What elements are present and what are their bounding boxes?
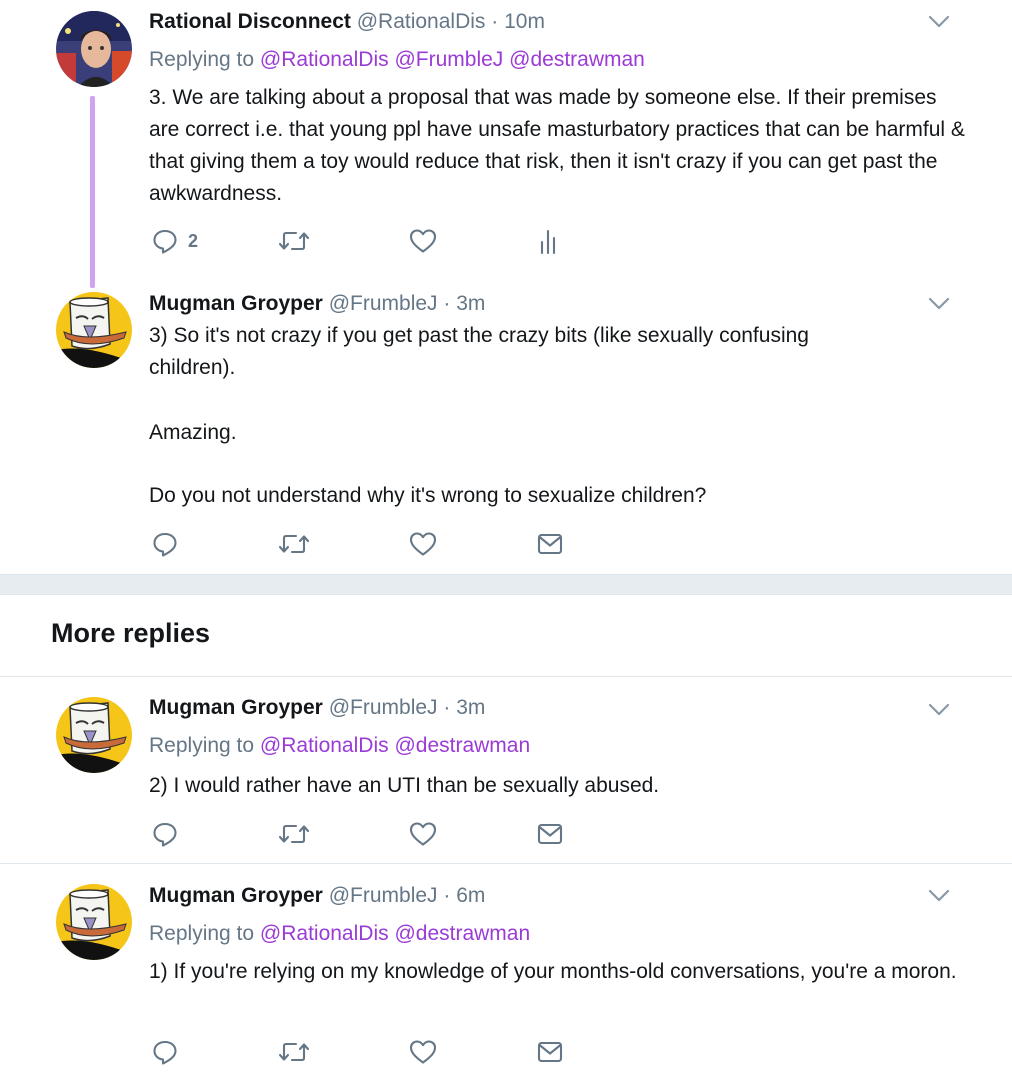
timestamp[interactable]: 3m <box>456 292 485 315</box>
analytics-icon <box>540 229 556 255</box>
timestamp[interactable]: 3m <box>456 696 485 719</box>
tweet-paragraph: Do you not understand why it's wrong to … <box>149 484 707 507</box>
separator-dot: · <box>491 10 499 33</box>
section-separator <box>0 574 1012 595</box>
direct-message-icon <box>537 1041 563 1063</box>
separator-dot: · <box>443 292 451 315</box>
analytics-button[interactable] <box>538 227 558 255</box>
tweet-actions <box>152 530 572 560</box>
mention-link[interactable]: @FrumbleJ <box>394 48 503 71</box>
replying-to-label: Replying to <box>149 734 255 757</box>
chevron-down-icon[interactable] <box>928 889 950 903</box>
tweet-paragraph: 1) If you're relying on my knowledge of … <box>149 960 957 983</box>
tweet-paragraph: 3) So it's not crazy if you get past the… <box>149 324 809 379</box>
like-button[interactable] <box>409 1038 437 1066</box>
timestamp[interactable]: 10m <box>504 10 545 33</box>
like-button[interactable] <box>409 227 437 255</box>
more-replies-heading: More replies <box>51 618 211 648</box>
reply-icon <box>153 1040 177 1065</box>
like-icon <box>409 532 437 556</box>
reply-count: 2 <box>188 230 199 251</box>
tweet-header: Mugman Groyper @FrumbleJ · 3m <box>149 695 485 721</box>
timestamp[interactable]: 6m <box>456 884 485 907</box>
separator-dot: · <box>443 884 451 907</box>
handle[interactable]: @FrumbleJ <box>329 696 438 719</box>
like-button[interactable] <box>409 530 437 558</box>
replying-to: Replying to @RationalDis @FrumbleJ @dest… <box>149 47 645 73</box>
direct-message-button[interactable] <box>537 530 563 558</box>
direct-message-icon <box>537 823 563 845</box>
reply-button[interactable]: 2 <box>152 227 198 255</box>
handle[interactable]: @FrumbleJ <box>329 884 438 907</box>
avatar[interactable] <box>56 884 132 960</box>
reply-icon <box>153 532 177 557</box>
mention-link[interactable]: @destrawman <box>509 48 645 71</box>
display-name[interactable]: Rational Disconnect <box>149 10 351 33</box>
divider <box>0 676 1012 677</box>
chevron-down-icon[interactable] <box>928 297 950 311</box>
tweet-text: 3) So it's not crazy if you get past the… <box>149 320 889 512</box>
direct-message-icon <box>537 533 563 555</box>
display-name[interactable]: Mugman Groyper <box>149 292 323 315</box>
reply-button[interactable] <box>152 1038 178 1066</box>
tweet-text: 2) I would rather have an UTI than be se… <box>149 770 969 802</box>
handle[interactable]: @RationalDis <box>357 10 486 33</box>
retweet-button[interactable] <box>278 227 310 255</box>
tweet-header: Mugman Groyper @FrumbleJ · 6m <box>149 883 485 909</box>
like-icon <box>409 1040 437 1064</box>
retweet-icon <box>278 1042 310 1062</box>
tweet-paragraph: 2) I would rather have an UTI than be se… <box>149 774 660 797</box>
tweet-header: Mugman Groyper @FrumbleJ · 3m <box>149 291 485 317</box>
divider <box>0 863 1012 864</box>
like-icon <box>409 822 437 846</box>
chevron-down-icon[interactable] <box>928 15 950 29</box>
retweet-icon <box>278 534 310 554</box>
tweet-paragraph: Amazing. <box>149 421 237 444</box>
tweet-actions <box>152 820 572 850</box>
avatar[interactable] <box>56 292 132 368</box>
tweet-text: 1) If you're relying on my knowledge of … <box>149 956 969 988</box>
tweet-paragraph: 3. We are talking about a proposal that … <box>149 86 965 205</box>
separator-dot: · <box>443 696 451 719</box>
tweet-text: 3. We are talking about a proposal that … <box>149 82 969 210</box>
display-name[interactable]: Mugman Groyper <box>149 884 323 907</box>
mention-link[interactable]: @RationalDis <box>260 48 389 71</box>
direct-message-button[interactable] <box>537 820 563 848</box>
direct-message-button[interactable] <box>537 1038 563 1066</box>
reply-button[interactable] <box>152 530 178 558</box>
avatar[interactable] <box>56 11 132 87</box>
retweet-button[interactable] <box>278 820 310 848</box>
replying-to-label: Replying to <box>149 48 255 71</box>
avatar[interactable] <box>56 697 132 773</box>
like-button[interactable] <box>409 820 437 848</box>
mention-link[interactable]: @destrawman <box>394 734 530 757</box>
replying-to: Replying to @RationalDis @destrawman <box>149 733 530 759</box>
reply-icon <box>153 229 177 254</box>
handle[interactable]: @FrumbleJ <box>329 292 438 315</box>
mention-link[interactable]: @RationalDis <box>260 734 389 757</box>
replying-to: Replying to @RationalDis @destrawman <box>149 921 530 947</box>
reply-icon <box>153 822 177 847</box>
like-icon <box>409 229 437 253</box>
display-name[interactable]: Mugman Groyper <box>149 696 323 719</box>
retweet-icon <box>278 824 310 844</box>
replying-to-label: Replying to <box>149 922 255 945</box>
retweet-button[interactable] <box>278 1038 310 1066</box>
reply-button[interactable] <box>152 820 178 848</box>
thread-connector <box>90 96 95 288</box>
retweet-button[interactable] <box>278 530 310 558</box>
tweet-actions <box>152 1038 572 1068</box>
tweet-actions: 2 <box>152 227 572 257</box>
chevron-down-icon[interactable] <box>928 703 950 717</box>
retweet-icon <box>278 231 310 251</box>
mention-link[interactable]: @RationalDis <box>260 922 389 945</box>
mention-link[interactable]: @destrawman <box>394 922 530 945</box>
tweet-header: Rational Disconnect @RationalDis · 10m <box>149 9 545 35</box>
